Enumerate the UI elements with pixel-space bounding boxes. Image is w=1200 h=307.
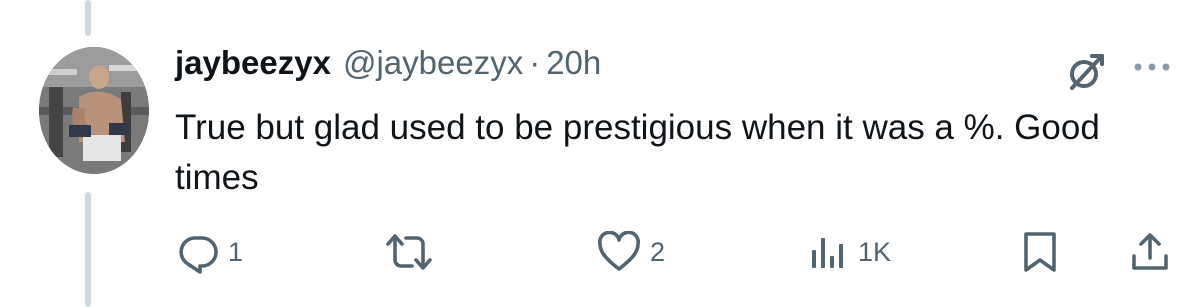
avatar-image — [39, 47, 149, 174]
grok-icon[interactable] — [1064, 50, 1108, 94]
views-icon — [806, 230, 850, 274]
bookmark-button[interactable] — [1020, 222, 1060, 282]
header-separator: · — [529, 44, 541, 81]
timestamp[interactable]: 20h — [546, 44, 601, 82]
heart-icon — [596, 231, 642, 273]
retweet-button[interactable] — [384, 222, 442, 282]
views-button[interactable]: 1K — [806, 222, 891, 282]
share-icon — [1128, 230, 1172, 274]
like-count: 2 — [650, 236, 666, 267]
bookmark-icon — [1020, 230, 1060, 274]
avatar[interactable] — [39, 47, 149, 174]
share-button[interactable] — [1128, 222, 1172, 282]
action-bar: 1 2 1K — [0, 222, 1200, 282]
user-handle[interactable]: @jaybeezyx — [343, 44, 523, 82]
views-count: 1K — [858, 236, 892, 267]
reply-count: 1 — [228, 236, 244, 267]
more-icon[interactable] — [1130, 52, 1174, 82]
display-name[interactable]: jaybeezyx — [175, 44, 331, 82]
reply-button[interactable]: 1 — [176, 222, 243, 282]
like-button[interactable]: 2 — [596, 222, 665, 282]
reply-icon — [176, 230, 220, 274]
tweet-header: jaybeezyx @jaybeezyx · 20h — [175, 44, 601, 94]
thread-line-top — [85, 0, 91, 36]
tweet[interactable]: jaybeezyx @jaybeezyx · 20h True but glad… — [0, 0, 1200, 307]
tweet-text: True but glad used to be prestigious whe… — [175, 108, 1100, 197]
retweet-icon — [384, 230, 434, 274]
